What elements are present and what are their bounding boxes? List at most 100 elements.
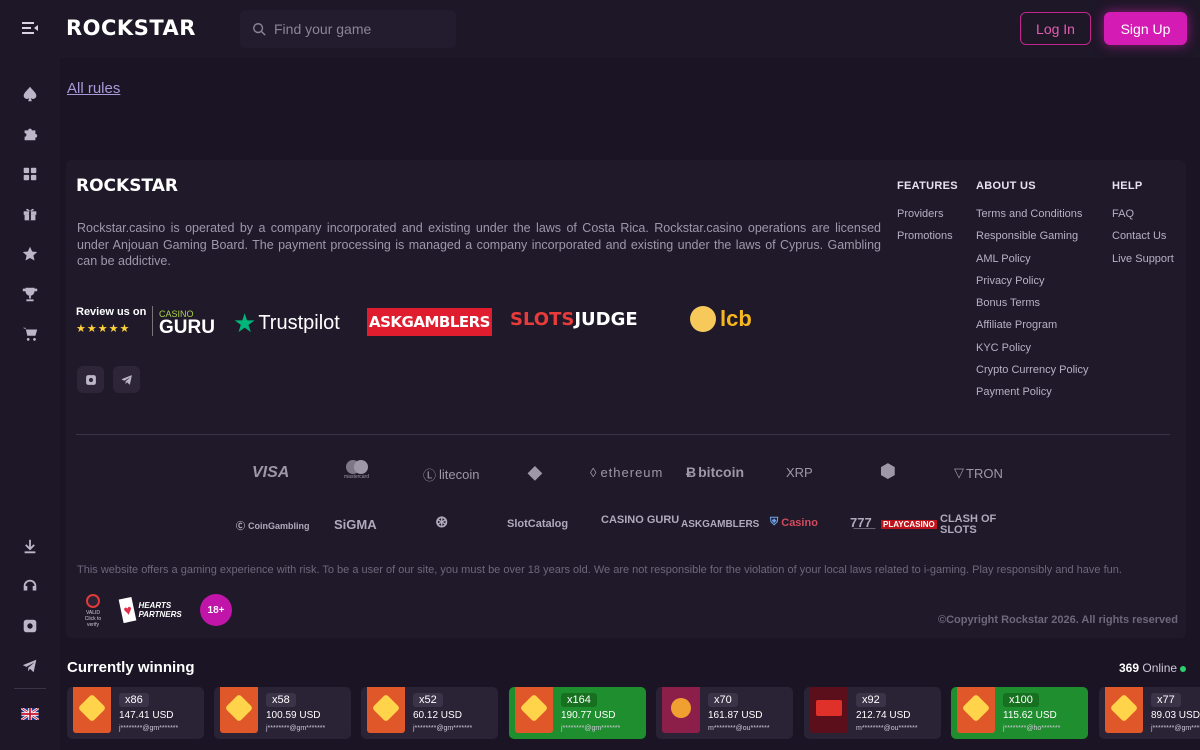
mastercard-circles-icon <box>345 460 368 474</box>
win-multiplier: x92 <box>856 693 886 707</box>
link-bonus-terms[interactable]: Bonus Terms <box>976 297 1088 309</box>
hearts-partners-logo: ♥ HEARTS PARTNERS <box>118 596 191 624</box>
footer-telegram-icon[interactable] <box>113 366 140 393</box>
link-faq[interactable]: FAQ <box>1112 208 1174 220</box>
star-icon[interactable] <box>20 244 40 264</box>
instagram-icon[interactable] <box>20 616 40 636</box>
age-restriction-badge: 18+ <box>200 594 232 626</box>
login-button[interactable]: Log In <box>1020 12 1091 45</box>
winner-card[interactable]: x100 115.62 USD j********@ho******* <box>951 687 1088 739</box>
online-dot-icon <box>1180 665 1187 672</box>
search-bar[interactable] <box>240 10 456 48</box>
mastercard-logo: mastercard <box>344 460 369 480</box>
features-column: FEATURES Providers Promotions <box>897 180 958 253</box>
winner-card[interactable]: x77 89.03 USD j********@gm******* <box>1099 687 1200 739</box>
winner-user: m********@ou******* <box>856 725 918 732</box>
game-thumbnail[interactable] <box>662 687 700 733</box>
game-art-icon <box>77 693 107 723</box>
search-input[interactable] <box>274 21 444 37</box>
winner-card[interactable]: x58 100.59 USD j********@gm******* <box>214 687 351 739</box>
heart-card-icon: ♥ <box>118 596 137 624</box>
link-aml[interactable]: AML Policy <box>976 253 1088 265</box>
winner-card[interactable]: x70 161.87 USD m********@ou******* <box>656 687 793 739</box>
win-multiplier: x164 <box>561 693 597 707</box>
game-art-icon <box>671 698 691 718</box>
footer-description: Rockstar.casino is operated by a company… <box>77 221 881 268</box>
trustpilot-badge[interactable]: ★ Trustpilot <box>233 308 340 339</box>
signup-button[interactable]: Sign Up <box>1104 12 1187 45</box>
game-thumbnail[interactable] <box>515 687 553 733</box>
link-terms[interactable]: Terms and Conditions <box>976 208 1088 220</box>
game-thumbnail[interactable] <box>810 687 848 733</box>
all-rules-link[interactable]: All rules <box>67 80 120 97</box>
askgamblers-badge[interactable]: ASKGAMBLERS <box>367 308 492 336</box>
winner-card[interactable]: x52 60.12 USD j********@gm******* <box>361 687 498 739</box>
link-affiliate[interactable]: Affiliate Program <box>976 319 1088 331</box>
tether-icon: ◆ <box>528 462 542 482</box>
litecoin-icon: Ⓛ <box>423 468 437 483</box>
shield-icon: ⛨ <box>770 516 779 528</box>
binance-icon: ⬢ <box>880 461 896 481</box>
win-multiplier: x52 <box>413 693 443 707</box>
footer-instagram-icon[interactable] <box>77 366 104 393</box>
logo[interactable]: ROCKSTAR <box>66 16 196 40</box>
win-amount: 161.87 USD <box>708 710 763 721</box>
review-badges: Review us on ★★★★★ CASINO GURU ★ Trustpilo… <box>76 306 776 346</box>
link-crypto-policy[interactable]: Crypto Currency Policy <box>976 364 1088 376</box>
link-contact[interactable]: Contact Us <box>1112 230 1174 242</box>
footer-logo[interactable]: ROCKSTAR <box>76 176 178 196</box>
currently-winning-title: Currently winning <box>67 659 195 676</box>
age-disclaimer: This website offers a gaming experience … <box>77 564 1122 576</box>
about-column: ABOUT US Terms and Conditions Responsibl… <box>976 180 1088 409</box>
game-art-icon <box>519 693 549 723</box>
game-thumbnail[interactable] <box>220 687 258 733</box>
review-label: Review us on <box>76 306 147 318</box>
casino-partner-logo: ⛨ Casino <box>770 516 818 529</box>
slotsjudge-badge[interactable]: SLOTS JUDGE <box>510 309 638 330</box>
footer: ROCKSTAR Rockstar.casino is operated by … <box>66 160 1186 638</box>
lcb-face-icon <box>690 306 716 332</box>
visa-logo: VISA <box>252 464 290 481</box>
cart-icon[interactable] <box>20 324 40 344</box>
gift-icon[interactable] <box>20 204 40 224</box>
link-providers[interactable]: Providers <box>897 208 958 220</box>
spade-icon[interactable] <box>20 84 40 104</box>
game-thumbnail[interactable] <box>957 687 995 733</box>
seal-icon: ⊛ <box>435 514 449 531</box>
valid-license-badge[interactable]: VALID Click to verify <box>80 594 106 628</box>
menu-toggle-icon[interactable] <box>20 18 40 38</box>
link-promotions[interactable]: Promotions <box>897 230 958 242</box>
trophy-icon[interactable] <box>20 284 40 304</box>
winner-card[interactable]: x86 147.41 USD j********@gm******* <box>67 687 204 739</box>
download-icon[interactable] <box>20 536 40 556</box>
lcb-badge[interactable]: lcb <box>690 306 752 332</box>
game-art-icon <box>1109 693 1139 723</box>
game-thumbnail[interactable] <box>367 687 405 733</box>
link-kyc[interactable]: KYC Policy <box>976 342 1088 354</box>
ethereum-logo: ◊ ethereum <box>590 465 664 480</box>
headset-icon[interactable] <box>20 576 40 596</box>
clashofslots-logo: CLASH OF SLOTS <box>940 513 997 536</box>
about-heading: ABOUT US <box>976 180 1036 192</box>
winner-user: j********@gm******* <box>561 725 621 732</box>
winner-user: j********@gm******* <box>1151 725 1200 732</box>
game-thumbnail[interactable] <box>1105 687 1143 733</box>
puzzle-icon[interactable] <box>20 124 40 144</box>
win-amount: 147.41 USD <box>119 710 174 721</box>
winner-card[interactable]: x164 190.77 USD j********@gm******* <box>509 687 646 739</box>
link-responsible-gaming[interactable]: Responsible Gaming <box>976 230 1088 242</box>
link-privacy[interactable]: Privacy Policy <box>976 275 1088 287</box>
link-live-support[interactable]: Live Support <box>1112 253 1174 265</box>
win-multiplier: x58 <box>266 693 296 707</box>
telegram-icon[interactable] <box>20 656 40 676</box>
777-icon: 7̲7̲7̲ <box>850 515 872 530</box>
footer-divider <box>76 434 1170 435</box>
link-payment-policy[interactable]: Payment Policy <box>976 386 1088 398</box>
casino-guru-badge[interactable]: CASINO GURU <box>152 306 222 337</box>
winner-card[interactable]: x92 212.74 USD m********@ou******* <box>804 687 941 739</box>
coingambling-logo: Ⓒ CoinGambling <box>236 520 310 532</box>
grid-icon[interactable] <box>20 164 40 184</box>
game-thumbnail[interactable] <box>73 687 111 733</box>
uk-flag-icon[interactable] <box>20 704 40 724</box>
game-art-icon <box>816 700 842 716</box>
